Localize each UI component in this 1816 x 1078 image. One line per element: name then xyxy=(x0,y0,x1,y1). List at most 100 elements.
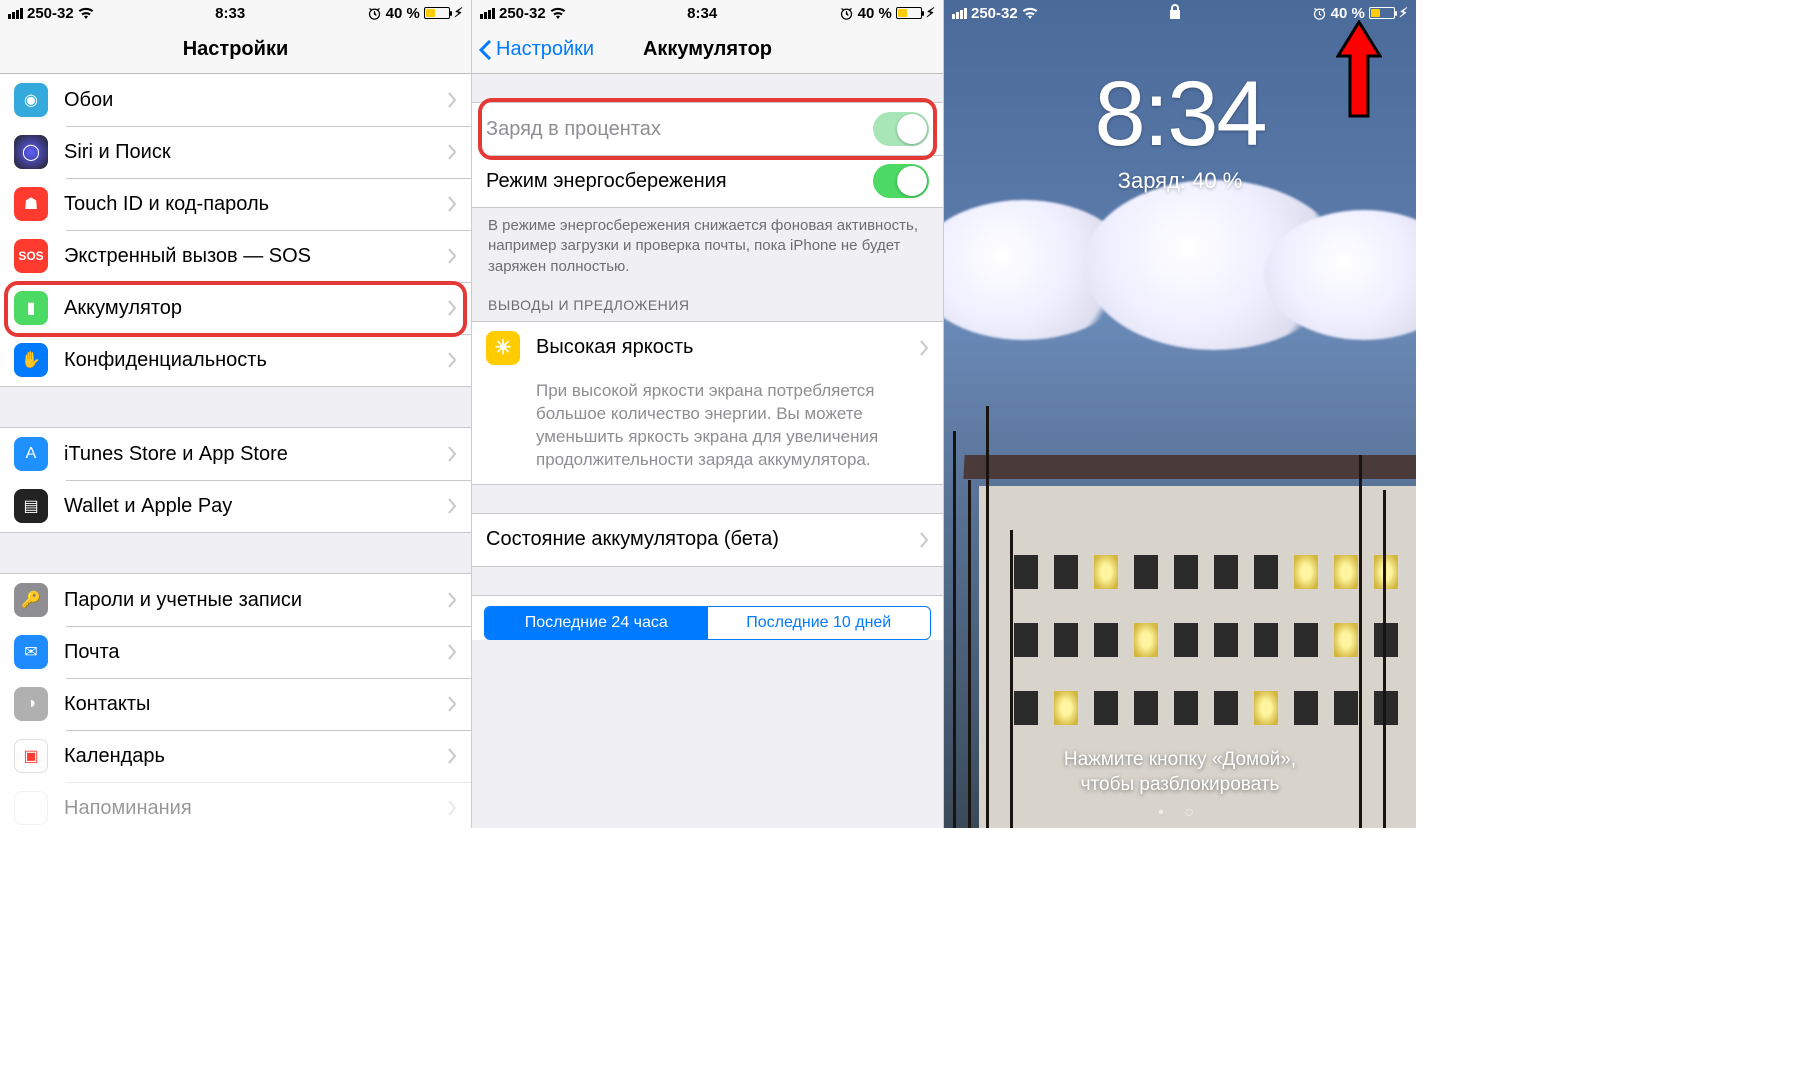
lightbulb-icon: ☀︎ xyxy=(486,331,520,365)
signal-icon xyxy=(8,8,23,19)
row-label: Высокая яркость xyxy=(536,336,919,359)
row-label: Touch ID и код-пароль xyxy=(64,193,447,216)
row-insight-brightness[interactable]: ☀︎ Высокая яркость xyxy=(472,322,943,374)
siri-icon: ◯ xyxy=(14,135,48,169)
row-battery-percentage[interactable]: Заряд в процентах xyxy=(472,103,943,155)
segment-24h[interactable]: Последние 24 часа xyxy=(485,607,708,639)
battery-icon xyxy=(1369,7,1395,19)
chevron-right-icon xyxy=(447,248,457,264)
row-label: Экстренный вызов — SOS xyxy=(64,245,447,268)
arrow-annotation xyxy=(1336,20,1382,120)
lock-icon xyxy=(1169,3,1181,19)
wifi-icon xyxy=(1022,7,1038,19)
row-label: Siri и Поиск xyxy=(64,141,447,164)
charging-icon: ⚡︎ xyxy=(1399,5,1408,21)
row-label: Режим энергосбережения xyxy=(486,170,873,193)
settings-row-privacy[interactable]: ✋ Конфиденциальность xyxy=(0,334,471,386)
settings-screen: 250-32 8:33 40 % ⚡︎ Настройки ◉ Обои ◯ S… xyxy=(0,0,472,828)
battery-pct: 40 % xyxy=(858,5,892,22)
row-label: Аккумулятор xyxy=(64,297,447,320)
toggle-low-power-mode[interactable] xyxy=(873,164,929,198)
chevron-right-icon xyxy=(447,300,457,316)
settings-row-touchid[interactable]: ☗ Touch ID и код-пароль xyxy=(0,178,471,230)
carrier-label: 250-32 xyxy=(499,5,546,22)
carrier-label: 250-32 xyxy=(27,5,74,22)
chevron-right-icon xyxy=(919,532,929,548)
settings-row-calendar[interactable]: ▣ Календарь xyxy=(0,730,471,782)
chevron-right-icon xyxy=(447,748,457,764)
page-title: Аккумулятор xyxy=(643,38,772,61)
settings-row-mail[interactable]: ✉︎ Почта xyxy=(0,626,471,678)
battery-pct: 40 % xyxy=(386,5,420,22)
page-title: Настройки xyxy=(183,38,289,61)
appstore-icon: A xyxy=(14,437,48,471)
battery-toggles-group: Заряд в процентах Режим энергосбережения xyxy=(472,102,943,208)
chevron-right-icon xyxy=(447,498,457,514)
chevron-right-icon xyxy=(447,800,457,816)
row-label: iTunes Store и App Store xyxy=(64,443,447,466)
settings-row-siri[interactable]: ◯ Siri и Поиск xyxy=(0,126,471,178)
row-battery-health[interactable]: Состояние аккумулятора (бета) xyxy=(472,514,943,566)
settings-group-3: 🔑 Пароли и учетные записи ✉︎ Почта ◑ Кон… xyxy=(0,573,471,828)
hint-line-1: Нажмите кнопку «Домой», xyxy=(1064,749,1296,770)
settings-row-sos[interactable]: SOS Экстренный вызов — SOS xyxy=(0,230,471,282)
carrier-label: 250-32 xyxy=(971,5,1018,22)
wifi-icon xyxy=(550,7,566,19)
battery-icon xyxy=(424,7,450,19)
chevron-left-icon xyxy=(478,40,492,60)
settings-group-2: A iTunes Store и App Store ▤ Wallet и Ap… xyxy=(0,427,471,533)
battery-row-icon: ▮ xyxy=(14,291,48,325)
low-power-description: В режиме энергосбережения снижается фоно… xyxy=(472,208,943,277)
settings-row-reminders[interactable]: ≡ Напоминания xyxy=(0,782,471,828)
row-label: Заряд в процентах xyxy=(486,118,873,141)
key-icon: 🔑 xyxy=(14,583,48,617)
signal-icon xyxy=(480,8,495,19)
row-label: Напоминания xyxy=(64,797,447,820)
settings-row-battery[interactable]: ▮ Аккумулятор xyxy=(0,282,471,334)
battery-pct: 40 % xyxy=(1331,5,1365,22)
settings-row-wallpaper[interactable]: ◉ Обои xyxy=(0,74,471,126)
page-dots: • ○ xyxy=(944,804,1416,822)
mail-icon: ✉︎ xyxy=(14,635,48,669)
battery-screen: 250-32 8:34 40 % ⚡︎ Настройки Аккумулято… xyxy=(472,0,944,828)
wifi-icon xyxy=(78,7,94,19)
settings-row-contacts[interactable]: ◑ Контакты xyxy=(0,678,471,730)
row-label: Состояние аккумулятора (бета) xyxy=(486,528,919,551)
settings-row-wallet[interactable]: ▤ Wallet и Apple Pay xyxy=(0,480,471,532)
segment-10d[interactable]: Последние 10 дней xyxy=(708,607,931,639)
usage-section: Последние 24 часа Последние 10 дней xyxy=(472,595,943,640)
reminders-icon: ≡ xyxy=(14,791,48,825)
unlock-hint: Нажмите кнопку «Домой», чтобы разблокиро… xyxy=(944,747,1416,798)
chevron-right-icon xyxy=(447,196,457,212)
toggle-battery-percentage[interactable] xyxy=(873,112,929,146)
insights-header: ВЫВОДЫ И ПРЕДЛОЖЕНИЯ xyxy=(472,277,943,321)
chevron-right-icon xyxy=(447,696,457,712)
chevron-right-icon xyxy=(447,92,457,108)
status-time: 8:34 xyxy=(687,5,717,22)
row-label: Контакты xyxy=(64,693,447,716)
settings-row-appstore[interactable]: A iTunes Store и App Store xyxy=(0,428,471,480)
hint-line-2: чтобы разблокировать xyxy=(1081,774,1280,795)
nav-header: Настройки Аккумулятор xyxy=(472,26,943,74)
charging-icon: ⚡︎ xyxy=(454,5,463,21)
alarm-icon xyxy=(1312,6,1327,21)
row-label: Wallet и Apple Pay xyxy=(64,495,447,518)
chevron-right-icon xyxy=(447,592,457,608)
battery-icon xyxy=(896,7,922,19)
alarm-icon xyxy=(367,6,382,21)
time-range-segment[interactable]: Последние 24 часа Последние 10 дней xyxy=(484,606,931,640)
chevron-right-icon xyxy=(447,144,457,160)
wallet-icon: ▤ xyxy=(14,489,48,523)
row-low-power-mode[interactable]: Режим энергосбережения xyxy=(472,155,943,207)
status-time: 8:33 xyxy=(215,5,245,22)
row-label: Почта xyxy=(64,641,447,664)
settings-row-passwords[interactable]: 🔑 Пароли и учетные записи xyxy=(0,574,471,626)
insight-description: При высокой яркости экрана потребляется … xyxy=(472,374,943,484)
lock-charge-label: Заряд: 40 % xyxy=(944,168,1416,194)
touchid-icon: ☗ xyxy=(14,187,48,221)
contacts-icon: ◑ xyxy=(14,687,48,721)
chevron-right-icon xyxy=(447,644,457,660)
sos-icon: SOS xyxy=(14,239,48,273)
back-button[interactable]: Настройки xyxy=(478,38,594,61)
row-label: Обои xyxy=(64,89,447,112)
